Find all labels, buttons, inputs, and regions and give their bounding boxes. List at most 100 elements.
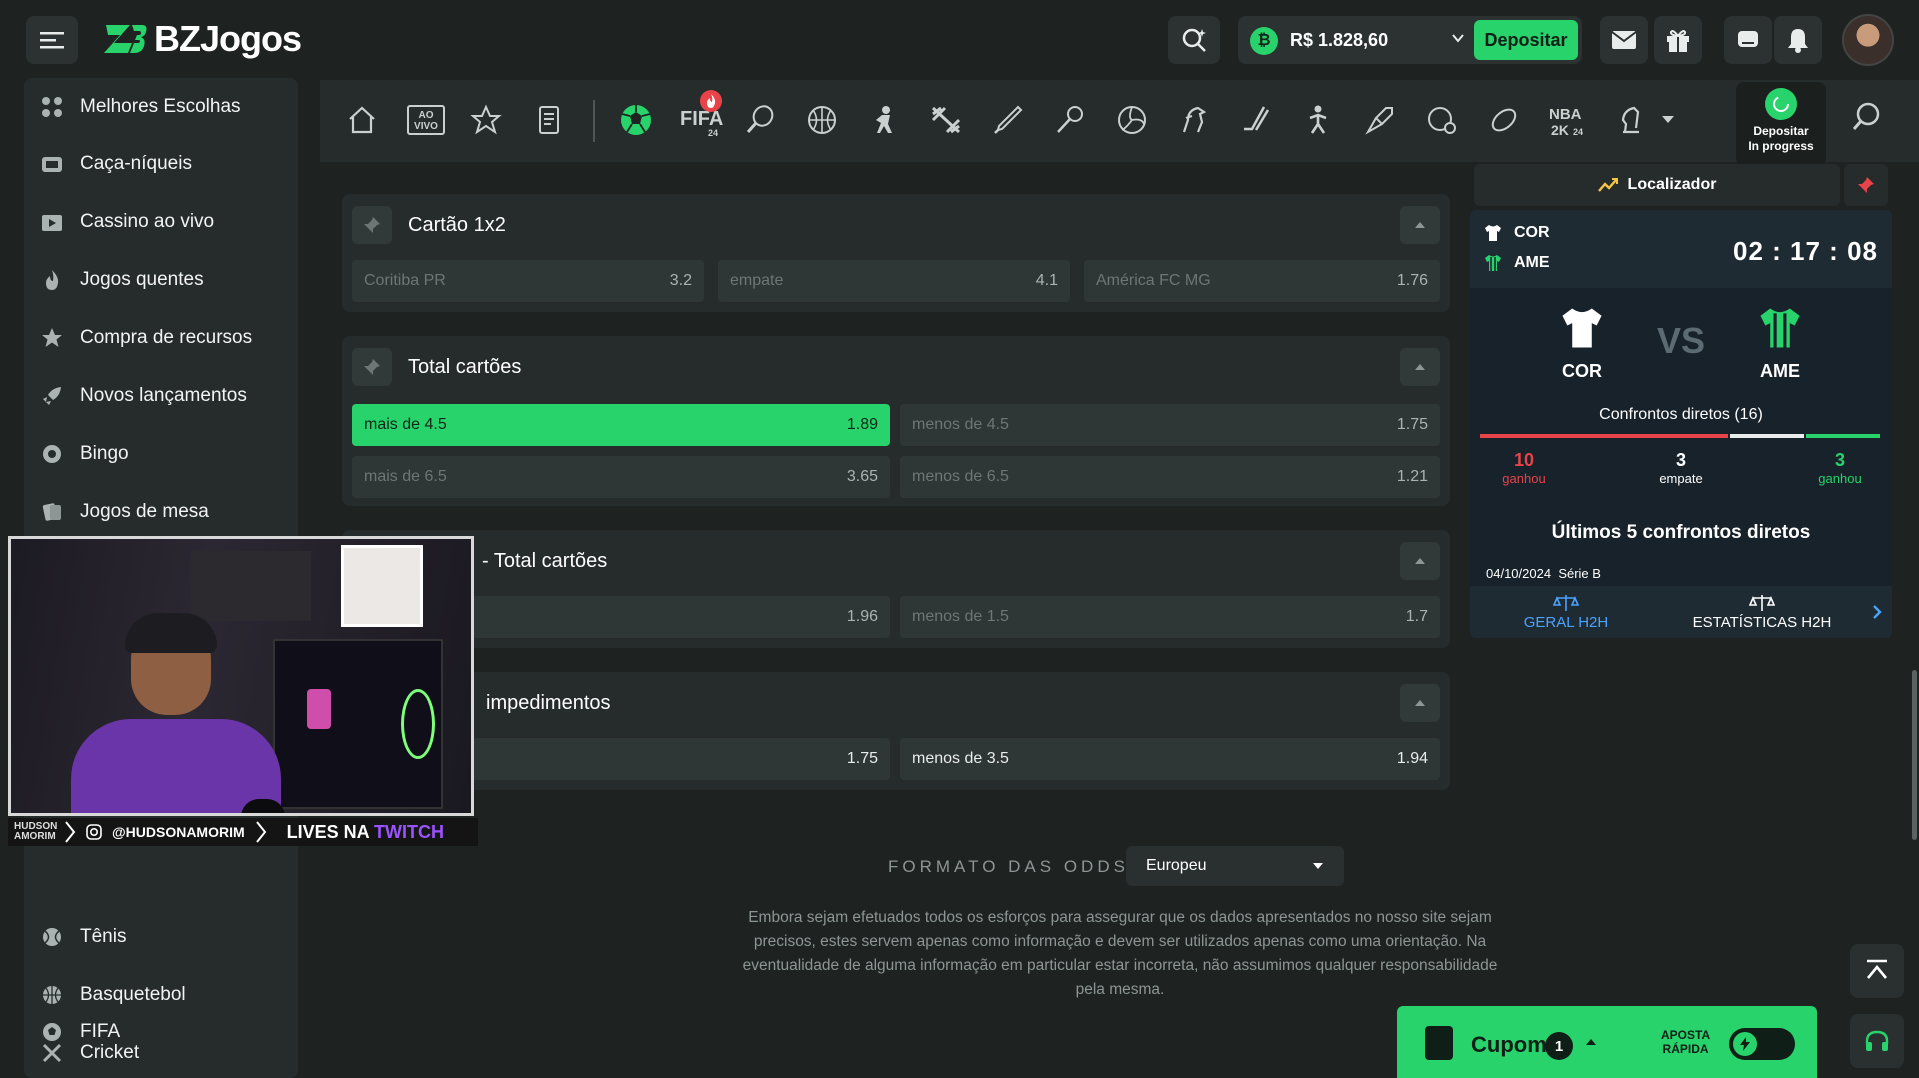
sidebar-item-caca-niqueis[interactable]: Caça-níqueis: [24, 139, 298, 189]
rugby-nav-button[interactable]: [1484, 100, 1524, 140]
sidebar-item-label: Novos lançamentos: [80, 385, 247, 406]
sidebar-item-jogos-de-mesa[interactable]: Jogos de mesa: [24, 487, 298, 537]
bz-logo-icon: [104, 25, 147, 53]
table-tennis-nav-button[interactable]: [1050, 100, 1090, 140]
sidebar-item-jogos-quentes[interactable]: Jogos quentes: [24, 255, 298, 305]
favorites-nav-button[interactable]: [466, 100, 506, 140]
caret-up-icon: [1415, 558, 1425, 564]
tennis-nav-button[interactable]: [740, 100, 780, 140]
collapse-button[interactable]: [1400, 206, 1440, 244]
page-scrollbar[interactable]: [1912, 670, 1917, 840]
caret-up-icon: [1415, 700, 1425, 706]
messages-button[interactable]: [1600, 16, 1648, 64]
slot-icon: [42, 157, 62, 172]
pin-button[interactable]: [352, 206, 392, 244]
sidebar-item-label: Cassino ao vivo: [80, 211, 215, 232]
soccer-nav-button[interactable]: [616, 100, 656, 140]
odd-button-under-6-5[interactable]: menos de 6.5 1.21: [900, 456, 1440, 498]
sidebar-item-novos-lancamentos[interactable]: Novos lançamentos: [24, 371, 298, 421]
scroll-to-top-button[interactable]: [1850, 944, 1904, 998]
golf-nav-button[interactable]: [1422, 100, 1462, 140]
user-avatar[interactable]: [1842, 14, 1894, 66]
search-star-icon: [1182, 28, 1206, 52]
balance-amount: R$ 1.828,60: [1290, 30, 1389, 50]
tabs-next-button[interactable]: [1862, 586, 1892, 638]
pin-tracker-button[interactable]: [1844, 164, 1888, 206]
volleyball-nav-button[interactable]: [1112, 100, 1152, 140]
odd-button-away[interactable]: América FC MG 1.76: [1084, 260, 1440, 302]
spinner-icon: [1773, 96, 1789, 112]
sidebar-item-compra-de-recursos[interactable]: Compra de recursos: [24, 313, 298, 363]
nba-nav-button[interactable]: NBA 2K 24: [1546, 100, 1592, 140]
chat-button[interactable]: [1724, 16, 1772, 64]
basketball-icon: [808, 106, 836, 134]
darts-nav-button[interactable]: [1360, 100, 1400, 140]
horse-icon: [1182, 106, 1207, 133]
market-cartao-1x2: Cartão 1x2 Coritiba PR 3.2 empate 4.1 Amér…: [342, 194, 1450, 312]
betslip-nav-button[interactable]: [529, 100, 569, 140]
sidebar-item-tenis[interactable]: Tênis: [24, 912, 298, 962]
tab-geral-h2h[interactable]: GERAL H2H: [1470, 586, 1662, 638]
table-games-icon: [42, 503, 61, 521]
tab-estatisticas-h2h[interactable]: ESTATÍSTICAS H2H: [1662, 586, 1862, 638]
odd-button-home[interactable]: Coritiba PR 3.2: [352, 260, 704, 302]
chess-nav-button[interactable]: [1610, 100, 1650, 140]
away-wins-segment: [1805, 434, 1880, 438]
odd-button-over-4-5[interactable]: mais de 4.5 1.89: [352, 404, 890, 446]
quick-bet-toggle[interactable]: [1729, 1028, 1795, 1060]
deposit-progress-widget[interactable]: Depositar In progress: [1736, 82, 1826, 166]
deposit-progress-line2: In progress: [1748, 139, 1814, 153]
sidebar-item-bingo[interactable]: Bingo: [24, 429, 298, 479]
support-button[interactable]: [1850, 1014, 1904, 1068]
notifications-button[interactable]: [1774, 16, 1822, 64]
nav-search-button[interactable]: [1850, 100, 1884, 139]
odd-button-draw[interactable]: empate 4.1: [718, 260, 1070, 302]
shirt-icon: [1485, 225, 1501, 241]
home-nav-button[interactable]: [342, 100, 382, 140]
odd-button-under-3-5[interactable]: menos de 3.5 1.94: [900, 738, 1440, 780]
head-to-head-bar: [1480, 434, 1880, 438]
odds-format-select[interactable]: Europeu: [1126, 846, 1344, 886]
basketball-nav-button[interactable]: [802, 100, 842, 140]
locator-button[interactable]: Localizador: [1474, 164, 1840, 206]
search-button[interactable]: [1168, 16, 1220, 64]
odd-button-under-4-5[interactable]: menos de 4.5 1.75: [900, 404, 1440, 446]
gifts-button[interactable]: [1654, 16, 1702, 64]
sidebar-item-label: Jogos de mesa: [80, 501, 209, 522]
odd-button-under-1-5[interactable]: menos de 1.5 1.7: [900, 596, 1440, 638]
chevron-right-icon: [1873, 605, 1882, 619]
live-icon: AOVIVO: [407, 105, 445, 135]
collapse-button[interactable]: [1400, 684, 1440, 722]
streamer-cap: [125, 613, 217, 653]
horse-racing-nav-button[interactable]: [1174, 100, 1214, 140]
caret-up-icon[interactable]: [1585, 1038, 1597, 1046]
cs-nav-button[interactable]: [926, 100, 966, 140]
collapse-button[interactable]: [1400, 542, 1440, 580]
collapse-button[interactable]: [1400, 348, 1440, 386]
svg-text:AO: AO: [419, 110, 434, 121]
live-nav-button[interactable]: AO VIVO: [404, 100, 448, 140]
bet-slip-bar[interactable]: Cupom 1 APOSTA RÁPIDA: [1397, 1006, 1817, 1078]
athletics-nav-button[interactable]: [1298, 100, 1338, 140]
bell-icon: [1788, 29, 1808, 53]
menu-button[interactable]: [26, 16, 78, 64]
pin-button[interactable]: [352, 348, 392, 386]
slash-logo-icon: [931, 106, 961, 134]
hockey-nav-button[interactable]: [1236, 100, 1276, 140]
rgb-light: [307, 689, 331, 729]
quick-bet-label: APOSTA RÁPIDA: [1661, 1028, 1711, 1056]
sidebar-item-cassino-ao-vivo[interactable]: Cassino ao vivo: [24, 197, 298, 247]
more-sports-dropdown[interactable]: [1658, 100, 1678, 140]
balance-box[interactable]: ₿ R$ 1.828,60 Depositar: [1238, 16, 1582, 64]
sidebar-item-fifa[interactable]: FIFA: [24, 1007, 298, 1057]
sidebar-item-melhores-escolhas[interactable]: Melhores Escolhas: [24, 82, 298, 132]
home-icon: [349, 106, 375, 134]
brand-logo[interactable]: BZJogos: [104, 18, 302, 60]
striped-shirt-icon: [1485, 255, 1501, 271]
esports-nav-button[interactable]: [864, 100, 904, 140]
rocket-icon: [43, 387, 61, 405]
chevron-down-icon[interactable]: [1450, 30, 1466, 46]
odd-button-over-6-5[interactable]: mais de 6.5 3.65: [352, 456, 890, 498]
cricket-nav-button[interactable]: [988, 100, 1028, 140]
deposit-button[interactable]: Depositar: [1474, 20, 1578, 60]
